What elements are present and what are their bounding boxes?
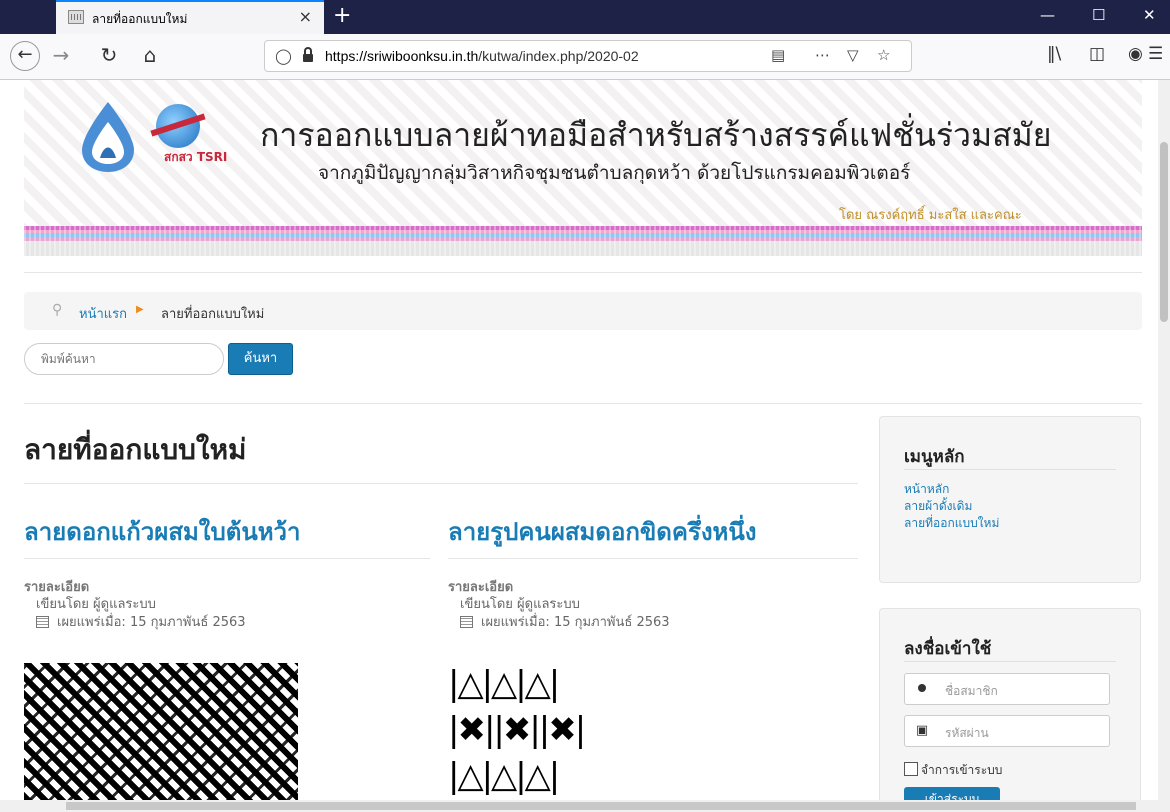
site-banner: สกสว TSRI การออกแบบลายผ้าทอมือสำหรับสร้า…	[24, 80, 1142, 256]
banner-stripe	[24, 226, 1142, 256]
divider	[904, 661, 1116, 662]
woven-pattern-image	[24, 663, 298, 800]
url-path: /kutwa/index.php/2020-02	[478, 48, 639, 64]
browser-tab[interactable]: ลายที่ออกแบบใหม่ ×	[56, 0, 324, 34]
tsri-globe-icon	[156, 104, 200, 148]
pattern-row: |△|△|△|	[448, 664, 560, 704]
pattern-overlay	[24, 663, 298, 800]
pocket-icon[interactable]: ▽	[847, 46, 859, 64]
lock-icon: ▣	[915, 723, 929, 738]
vertical-scrollbar[interactable]	[1158, 80, 1170, 800]
calendar-icon	[36, 616, 49, 628]
forward-icon[interactable]: →	[48, 43, 74, 67]
page-title: ลายที่ออกแบบใหม่	[24, 433, 247, 466]
address-bar[interactable]: ◯ https://sriwiboonksu.in.th/kutwa/index…	[264, 40, 912, 72]
woven-pattern-image: |△|△|△| |✖||✖||✖| |△|△|△|	[448, 663, 696, 800]
user-icon	[905, 674, 939, 704]
tab-title: ลายที่ออกแบบใหม่	[92, 12, 188, 26]
calendar-icon	[460, 616, 473, 628]
star-icon[interactable]: ☆	[877, 46, 890, 64]
site-subtitle: จากภูมิปัญญากลุ่มวิสาหกิจชุมชนตำบลกุดหว้…	[318, 162, 911, 184]
site-author: โดย ณรงค์ฤทธิ์ มะสใส และคณะ	[839, 208, 1022, 223]
breadcrumb-current: ลายที่ออกแบบใหม่	[161, 307, 265, 322]
page-viewport: สกสว TSRI การออกแบบลายผ้าทอมือสำหรับสร้า…	[0, 80, 1158, 800]
site-title: การออกแบบลายผ้าทอมือสำหรับสร้างสรรค์แฟชั…	[260, 116, 1052, 154]
login-panel: ลงชื่อเข้าใช้ ชื่อสมาชิก ▣ รหัสผ่าน จำกา…	[879, 608, 1141, 800]
article-published-text: เผยแพร่เมื่อ: 15 กุมภาพันธ์ 2563	[481, 615, 670, 630]
horizontal-scrollbar[interactable]	[0, 800, 1170, 812]
university-logo-icon	[82, 102, 134, 172]
login-button[interactable]: เข้าสู่ระบบ	[904, 787, 1000, 800]
breadcrumb-home-link[interactable]: หน้าแรก	[79, 303, 127, 324]
divider	[24, 558, 430, 559]
username-field[interactable]: ชื่อสมาชิก	[904, 673, 1110, 705]
browser-titlebar: ลายที่ออกแบบใหม่ × + — ☐ ✕	[0, 0, 1170, 34]
divider	[24, 483, 858, 484]
browser-navbar: ← → ↻ ⌂ ◯ https://sriwiboonksu.in.th/kut…	[0, 34, 1170, 80]
divider	[904, 469, 1116, 470]
main-menu-title: เมนูหลัก	[904, 447, 965, 467]
login-title: ลงชื่อเข้าใช้	[904, 639, 992, 659]
password-field[interactable]: ▣ รหัสผ่าน	[904, 715, 1110, 747]
maximize-icon[interactable]: ☐	[1092, 6, 1105, 24]
lock-icon[interactable]	[303, 47, 313, 62]
minimize-icon[interactable]: —	[1040, 6, 1055, 24]
breadcrumb-separator-icon: ▶	[136, 304, 144, 315]
location-pin-icon: ⚲	[52, 302, 63, 318]
more-icon[interactable]: ⋯	[815, 46, 830, 64]
divider	[448, 558, 858, 559]
back-icon[interactable]: ←	[10, 41, 40, 71]
tsri-logo-text: สกสว TSRI	[164, 150, 228, 164]
search-input[interactable]	[24, 343, 224, 375]
search-button[interactable]: ค้นหา	[228, 343, 293, 375]
pattern-row: |△|△|△|	[448, 756, 560, 796]
url-host: https://sriwiboonksu.in.th	[325, 48, 479, 64]
home-icon[interactable]: ⌂	[137, 43, 163, 67]
remember-me-label: จำการเข้าระบบ	[921, 763, 1003, 777]
article-published-text: เผยแพร่เมื่อ: 15 กุมภาพันธ์ 2563	[57, 615, 246, 630]
close-window-icon[interactable]: ✕	[1143, 6, 1156, 24]
username-placeholder: ชื่อสมาชิก	[945, 684, 998, 698]
password-placeholder: รหัสผ่าน	[945, 726, 989, 740]
url-text[interactable]: https://sriwiboonksu.in.th/kutwa/index.p…	[325, 48, 765, 64]
article-title-link[interactable]: ลายดอกแก้วผสมใบต้นหว้า	[24, 512, 301, 551]
article-published: เผยแพร่เมื่อ: 15 กุมภาพันธ์ 2563	[460, 611, 670, 632]
library-icon[interactable]: ‖\	[1047, 44, 1061, 64]
menu-icon[interactable]: ☰	[1148, 44, 1163, 64]
account-icon[interactable]: ◉	[1128, 44, 1143, 64]
divider	[24, 272, 1142, 273]
shield-icon[interactable]: ◯	[275, 47, 292, 65]
remember-me-checkbox[interactable]: จำการเข้าระบบ	[904, 761, 1002, 780]
site-favicon-icon	[68, 10, 84, 24]
article-published: เผยแพร่เมื่อ: 15 กุมภาพันธ์ 2563	[36, 611, 246, 632]
new-tab-button[interactable]: +	[333, 3, 351, 28]
main-menu-panel: เมนูหลัก หน้าหลัก ลายผ้าดั้งเดิม ลายที่อ…	[879, 416, 1141, 583]
reload-icon[interactable]: ↻	[96, 43, 122, 67]
checkbox-box[interactable]	[904, 762, 918, 776]
reader-view-icon[interactable]: ▤	[771, 46, 785, 64]
tab-close-icon[interactable]: ×	[299, 7, 312, 26]
divider	[24, 403, 1142, 404]
scrollbar-thumb[interactable]	[66, 802, 1136, 810]
article-title-link[interactable]: ลายรูปคนผสมดอกขิดครึ่งหนึ่ง	[448, 512, 757, 551]
breadcrumb: ⚲ หน้าแรก ▶ ลายที่ออกแบบใหม่	[24, 292, 1142, 330]
menu-item-new-patterns[interactable]: ลายที่ออกแบบใหม่	[904, 514, 999, 533]
sidebar-icon[interactable]: ◫	[1089, 44, 1105, 64]
scrollbar-thumb[interactable]	[1160, 142, 1168, 322]
pattern-row: |✖||✖||✖|	[448, 710, 586, 750]
